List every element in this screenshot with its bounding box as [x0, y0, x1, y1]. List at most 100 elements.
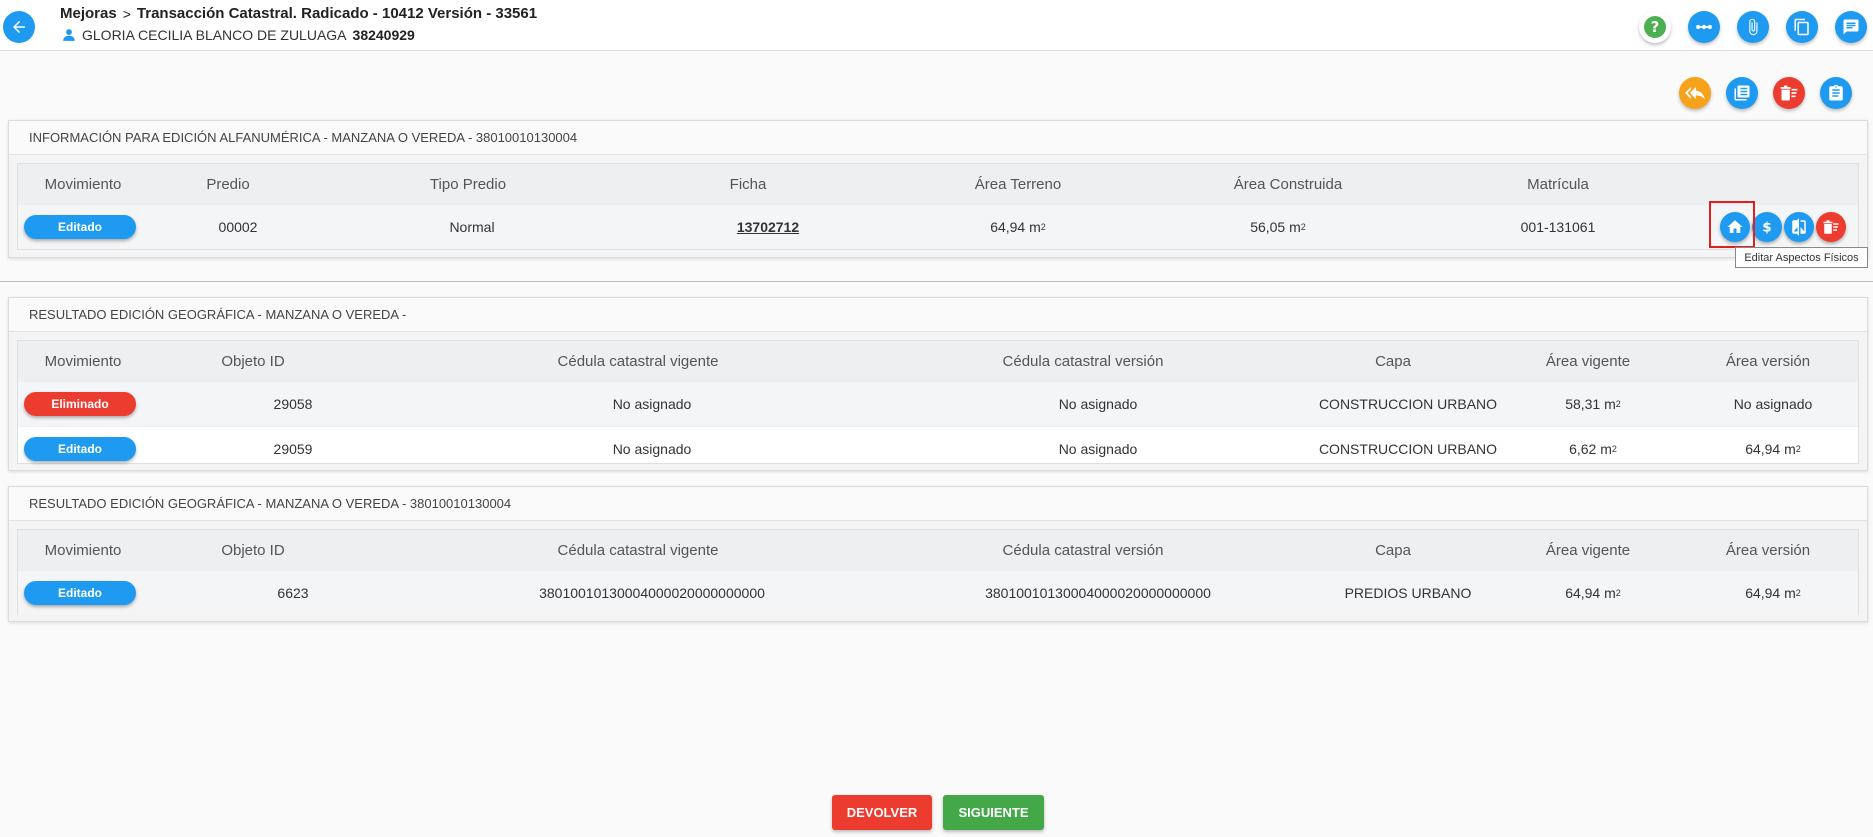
cedula-vigente-cell: 38010010130004000020000000000 [539, 585, 765, 601]
delete-button[interactable] [1773, 77, 1805, 109]
owner-name: GLORIA CECILIA BLANCO DE ZULUAGA [82, 27, 347, 43]
delete-icon [1823, 220, 1839, 234]
table-row: Editado 00002 Normal 13702712 64,94 m2 5… [18, 204, 1858, 249]
tipo-predio-cell: Normal [449, 219, 495, 235]
header-bar: Mejoras > Transacción Catastral. Radicad… [0, 0, 1873, 51]
col-ficha: Ficha [729, 175, 767, 193]
cedula-version-cell: No asignado [1058, 441, 1138, 457]
area-construida-value: 56,05 m [1250, 219, 1301, 235]
col-cedula-version: Cédula catastral versión [1002, 352, 1164, 370]
status-badge-editado[interactable]: Editado [24, 581, 136, 605]
cedula-version-cell: 38010010130004000020000000000 [985, 585, 1211, 601]
clipboard-button[interactable] [1820, 77, 1852, 109]
delete-row-button[interactable] [1816, 212, 1846, 242]
panel-title: RESULTADO EDICIÓN GEOGRÁFICA - MANZANA O… [9, 487, 1867, 521]
area-version-value: 64,94 m [1745, 585, 1796, 601]
capa-cell: CONSTRUCCION URBANO [1318, 396, 1498, 412]
area-construida-cell: 56,05 m2 [1218, 205, 1338, 249]
col-predio: Predio [206, 175, 250, 193]
documents-icon [1794, 18, 1809, 36]
col-cedula-vigente: Cédula catastral vigente [557, 352, 719, 370]
notes-button[interactable] [1835, 11, 1867, 43]
devolver-button[interactable]: DEVOLVER [832, 795, 932, 830]
objeto-id-cell: 29059 [273, 441, 313, 457]
table-header: Movimiento Predio Tipo Predio Ficha Área… [18, 164, 1858, 204]
area-vigente-value: 6,62 m [1569, 441, 1612, 457]
unit-exponent: 2 [1611, 444, 1617, 454]
help-button[interactable]: ? [1639, 11, 1671, 43]
clipboard-icon [1829, 84, 1843, 101]
back-button[interactable] [3, 11, 35, 43]
status-badge-editado[interactable]: Editado [24, 437, 136, 461]
capa-cell: CONSTRUCCION URBANO [1318, 441, 1498, 457]
breadcrumb-transaction: Transacción Catastral. Radicado - 10412 … [136, 5, 538, 22]
ficha-link[interactable]: 13702712 [737, 219, 799, 235]
arrow-left-icon [13, 21, 25, 33]
area-vigente-value: 58,31 m [1565, 396, 1616, 412]
movement-cell: Editado [24, 571, 136, 615]
unit-exponent: 2 [1795, 444, 1801, 454]
breadcrumb-module[interactable]: Mejoras [60, 5, 117, 22]
col-cedula-version: Cédula catastral versión [1002, 541, 1164, 559]
highlight-box [1709, 201, 1755, 248]
table-row: Editado 6623 380100101300040000200000000… [18, 570, 1858, 615]
col-cedula-vigente: Cédula catastral vigente [557, 541, 719, 559]
geographic-block-table: Movimiento Objeto ID Cédula catastral vi… [17, 529, 1859, 615]
area-vigente-cell: 58,31 m2 [1533, 382, 1653, 426]
unit-exponent: 2 [1615, 588, 1621, 598]
area-version-cell: No asignado [1733, 396, 1813, 412]
movement-cell: Eliminado [24, 382, 136, 426]
area-version-cell: 64,94 m2 [1713, 571, 1833, 615]
unit-exponent: 2 [1040, 222, 1046, 232]
siguiente-button[interactable]: SIGUIENTE [943, 795, 1044, 830]
predio-cell: 00002 [218, 219, 258, 235]
alphanumeric-edit-panel: INFORMACIÓN PARA EDICIÓN ALFANUMÉRICA - … [8, 120, 1868, 258]
compare-button[interactable] [1784, 212, 1814, 242]
unit-exponent: 2 [1300, 222, 1306, 232]
col-area-terreno: Área Terreno [974, 175, 1062, 193]
cedula-version-cell: No asignado [1058, 396, 1138, 412]
delete-icon [1780, 85, 1798, 101]
col-area-vigente: Área vigente [1545, 541, 1631, 559]
section-divider [0, 281, 1873, 282]
ficha-cell: 13702712 [718, 205, 818, 249]
movement-cell: Editado [24, 427, 136, 471]
unit-exponent: 2 [1795, 588, 1801, 598]
attachments-button[interactable] [1737, 11, 1769, 43]
compare-icon [1792, 218, 1806, 236]
col-objeto-id: Objeto ID [221, 541, 285, 559]
reply-all-button[interactable] [1679, 77, 1711, 109]
geographic-result-panel: RESULTADO EDICIÓN GEOGRÁFICA - MANZANA O… [8, 297, 1868, 471]
documents-button[interactable] [1786, 11, 1818, 43]
col-movimiento: Movimiento [44, 541, 122, 559]
more-options-button[interactable] [1688, 11, 1720, 43]
list-icon [1734, 85, 1750, 101]
col-tipo-predio: Tipo Predio [429, 175, 507, 193]
reply-all-icon [1685, 87, 1705, 100]
message-icon [1843, 19, 1859, 35]
status-badge-editado[interactable]: Editado [24, 215, 136, 239]
more-horizontal-icon [1696, 24, 1712, 30]
area-version-value: 64,94 m [1745, 441, 1796, 457]
area-vigente-cell: 64,94 m2 [1533, 571, 1653, 615]
area-version-cell: 64,94 m2 [1713, 427, 1833, 471]
geographic-result-block-panel: RESULTADO EDICIÓN GEOGRÁFICA - MANZANA O… [8, 486, 1868, 622]
col-area-version: Área versión [1725, 352, 1811, 370]
table-header: Movimiento Objeto ID Cédula catastral vi… [18, 341, 1858, 381]
col-area-vigente: Área vigente [1545, 352, 1631, 370]
status-badge-eliminado[interactable]: Eliminado [24, 392, 136, 416]
alphanumeric-table: Movimiento Predio Tipo Predio Ficha Área… [17, 163, 1859, 250]
edit-economic-aspects-button[interactable]: $ [1752, 212, 1782, 242]
breadcrumb: Mejoras > Transacción Catastral. Radicad… [60, 5, 537, 22]
cedula-vigente-cell: No asignado [612, 396, 692, 412]
col-area-version: Área versión [1725, 541, 1811, 559]
geographic-result-table: Movimiento Objeto ID Cédula catastral vi… [17, 340, 1859, 464]
unit-exponent: 2 [1615, 399, 1621, 409]
list-view-button[interactable] [1726, 77, 1758, 109]
col-movimiento: Movimiento [44, 352, 122, 370]
header-toolbar: ? [1639, 11, 1867, 43]
table-row: Editado 29059 No asignado No asignado CO… [18, 426, 1858, 471]
breadcrumb-separator: > [122, 5, 131, 22]
paperclip-icon [1749, 18, 1758, 36]
owner-info: GLORIA CECILIA BLANCO DE ZULUAGA 3824092… [62, 27, 415, 43]
